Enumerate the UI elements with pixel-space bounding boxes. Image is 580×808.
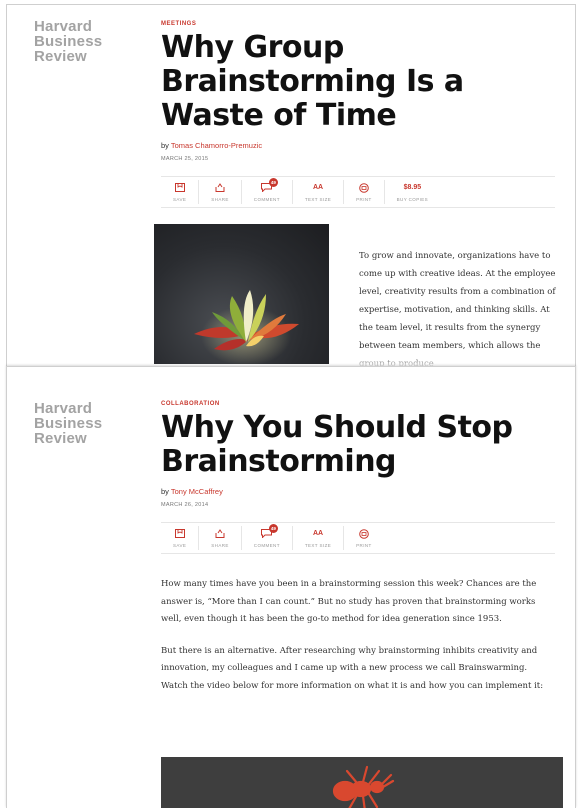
print-icon xyxy=(359,528,369,540)
text-size-button[interactable]: AA TEXT SIZE xyxy=(293,526,345,550)
comment-label: COMMENT xyxy=(253,196,280,202)
buy-copies-label: BUY COPIES xyxy=(396,196,429,202)
article-title: Why Group Brainstorming Is a Waste of Ti… xyxy=(161,30,464,133)
logo-line: Harvard xyxy=(34,400,93,417)
buy-copies-button[interactable]: $8.95 BUY COPIES xyxy=(385,180,440,204)
byline-prefix: by xyxy=(161,487,171,496)
article-body: How many times have you been in a brains… xyxy=(161,576,555,695)
share-label: SHARE xyxy=(211,542,229,548)
body-paragraph: But there is an alternative. After resea… xyxy=(161,645,544,691)
logo-line: Review xyxy=(34,430,87,447)
comment-button[interactable]: 49 COMMENT xyxy=(242,178,293,204)
article-card-2: Harvard Business Review COLLABORATION Wh… xyxy=(6,366,576,808)
logo-line: Business xyxy=(34,33,103,50)
article-toolbar: SAVE SHARE 49 COMMENT AA TEXT SIZE PRINT xyxy=(161,522,555,554)
hero-image xyxy=(154,224,329,364)
article-toolbar: SAVE SHARE 49 COMMENT AA TEXT SIZE PRINT… xyxy=(161,176,555,208)
article-title: Why You Should Stop Brainstorming xyxy=(161,410,513,479)
flower-illustration xyxy=(194,290,299,364)
byline-prefix: by xyxy=(161,141,171,150)
comment-count-badge: 49 xyxy=(268,178,278,187)
logo-line: Business xyxy=(34,415,103,432)
article-header: MEETINGS Why Group Brainstorming Is a Wa… xyxy=(161,21,555,208)
text-size-label: TEXT SIZE xyxy=(304,542,332,548)
comment-button[interactable]: 49 COMMENT xyxy=(242,524,293,550)
save-label: SAVE xyxy=(173,196,187,202)
text-size-icon: AA xyxy=(312,183,324,191)
save-icon xyxy=(174,182,185,194)
save-button[interactable]: SAVE xyxy=(161,180,200,204)
article-header: COLLABORATION Why You Should Stop Brains… xyxy=(161,401,555,709)
price-text: $8.95 xyxy=(403,183,422,191)
save-icon xyxy=(174,528,185,540)
comment-label: COMMENT xyxy=(253,542,280,548)
save-label: SAVE xyxy=(173,542,187,548)
video-player[interactable] xyxy=(161,757,563,808)
print-label: PRINT xyxy=(356,542,372,548)
text-size-icon: AA xyxy=(312,529,324,537)
print-label: PRINT xyxy=(356,196,372,202)
ant-icon xyxy=(332,765,395,808)
byline: by Tony McCaffrey xyxy=(161,487,555,496)
print-icon xyxy=(359,182,369,194)
body-paragraph: How many times have you been in a brains… xyxy=(161,579,537,624)
print-button[interactable]: PRINT xyxy=(344,180,385,204)
topic-link[interactable]: MEETINGS xyxy=(161,21,555,27)
author-link[interactable]: Tomas Chamorro-Premuzic xyxy=(171,141,262,150)
topic-link[interactable]: COLLABORATION xyxy=(161,401,555,407)
publish-date: MARCH 25, 2015 xyxy=(161,156,209,162)
hbr-logo[interactable]: Harvard Business Review xyxy=(34,19,102,64)
save-button[interactable]: SAVE xyxy=(161,526,200,550)
publish-date: MARCH 26, 2014 xyxy=(161,502,209,508)
print-button[interactable]: PRINT xyxy=(344,526,384,550)
hbr-logo[interactable]: Harvard Business Review xyxy=(34,401,102,446)
share-label: SHARE xyxy=(211,196,229,202)
logo-line: Review xyxy=(34,48,87,65)
share-button[interactable]: SHARE xyxy=(199,180,242,204)
text-size-label: TEXT SIZE xyxy=(304,196,332,202)
byline: by Tomas Chamorro-Premuzic xyxy=(161,141,555,150)
share-button[interactable]: SHARE xyxy=(199,526,242,550)
author-link[interactable]: Tony McCaffrey xyxy=(171,487,223,496)
share-icon xyxy=(215,528,225,540)
comment-count-badge: 49 xyxy=(268,524,278,533)
text-size-button[interactable]: AA TEXT SIZE xyxy=(293,180,345,204)
logo-line: Harvard xyxy=(34,18,93,35)
share-icon xyxy=(215,182,225,194)
article-intro-text: To grow and innovate, organizations have… xyxy=(359,251,556,367)
